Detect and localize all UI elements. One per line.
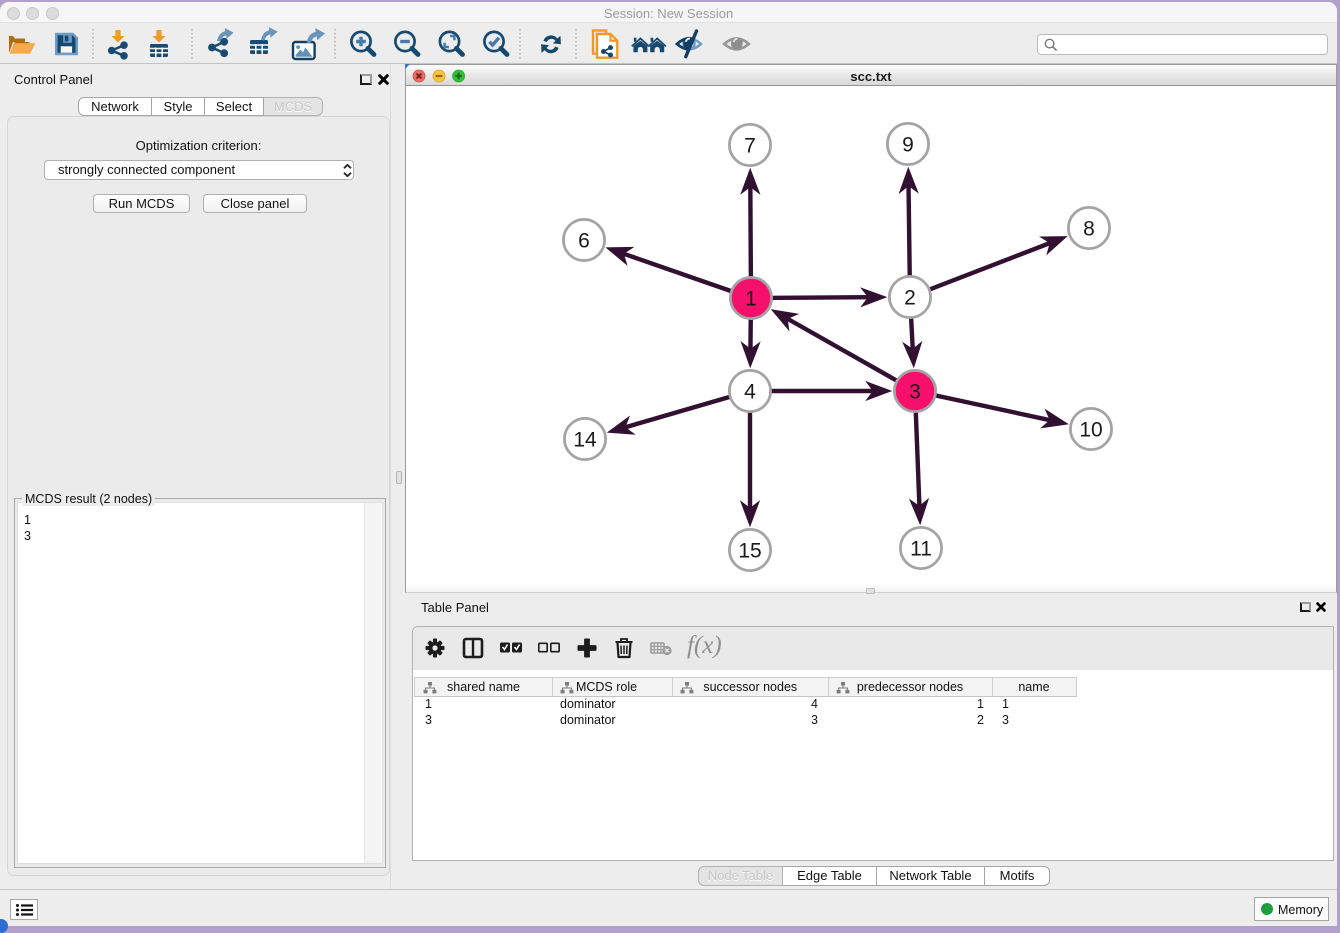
svg-text:7: 7 [744,135,756,158]
svg-text:8: 8 [1083,218,1095,241]
svg-text:4: 4 [744,381,756,404]
svg-text:14: 14 [573,429,597,452]
svg-text:9: 9 [902,134,914,157]
svg-text:10: 10 [1079,419,1102,442]
svg-text:1: 1 [745,288,757,311]
svg-text:6: 6 [578,230,590,253]
svg-text:3: 3 [909,381,921,404]
svg-text:11: 11 [910,538,932,561]
svg-text:15: 15 [738,540,761,563]
svg-text:2: 2 [904,287,916,310]
